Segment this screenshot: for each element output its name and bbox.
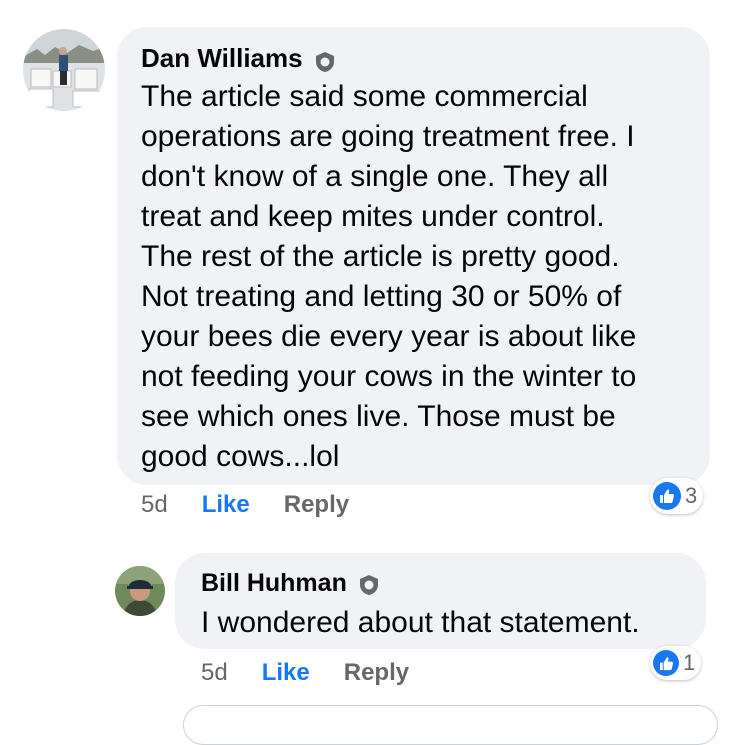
reply-composer-input[interactable] (183, 705, 718, 745)
reaction-count: 1 (683, 650, 696, 675)
avatar-bill-huhman[interactable] (115, 566, 165, 616)
comment-bubble-bill-huhman: Bill Huhman I wondered about that statem… (175, 553, 706, 649)
comment-author[interactable]: Dan Williams (141, 41, 686, 75)
comment-text: I wondered about that statement. (201, 606, 640, 639)
reactions-badge[interactable]: 1 (650, 646, 702, 680)
comment-timestamp[interactable]: 5d (201, 659, 228, 687)
like-button[interactable]: Like (202, 491, 250, 519)
comment-author[interactable]: Bill Huhman (201, 567, 680, 599)
thumbs-up-icon (653, 482, 681, 510)
author-name[interactable]: Bill Huhman (201, 567, 347, 599)
reaction-count: 3 (685, 483, 698, 508)
reply-button[interactable]: Reply (344, 659, 409, 687)
comment-text: The article said some commercial operati… (141, 80, 637, 473)
thumbs-up-icon (653, 650, 679, 676)
verified-shield-icon (358, 572, 380, 595)
author-name[interactable]: Dan Williams (141, 41, 303, 75)
like-button[interactable]: Like (262, 659, 310, 687)
verified-shield-icon (314, 47, 336, 72)
reactions-badge[interactable]: 3 (650, 478, 704, 514)
comment-bubble-dan-williams: Dan Williams The article said some comme… (117, 27, 710, 485)
avatar-dan-williams[interactable] (23, 29, 105, 111)
reply-button[interactable]: Reply (284, 491, 349, 519)
comment-actions: 5d Like Reply (201, 659, 409, 687)
comment-actions: 5d Like Reply (141, 491, 349, 519)
comment-timestamp[interactable]: 5d (141, 491, 168, 519)
